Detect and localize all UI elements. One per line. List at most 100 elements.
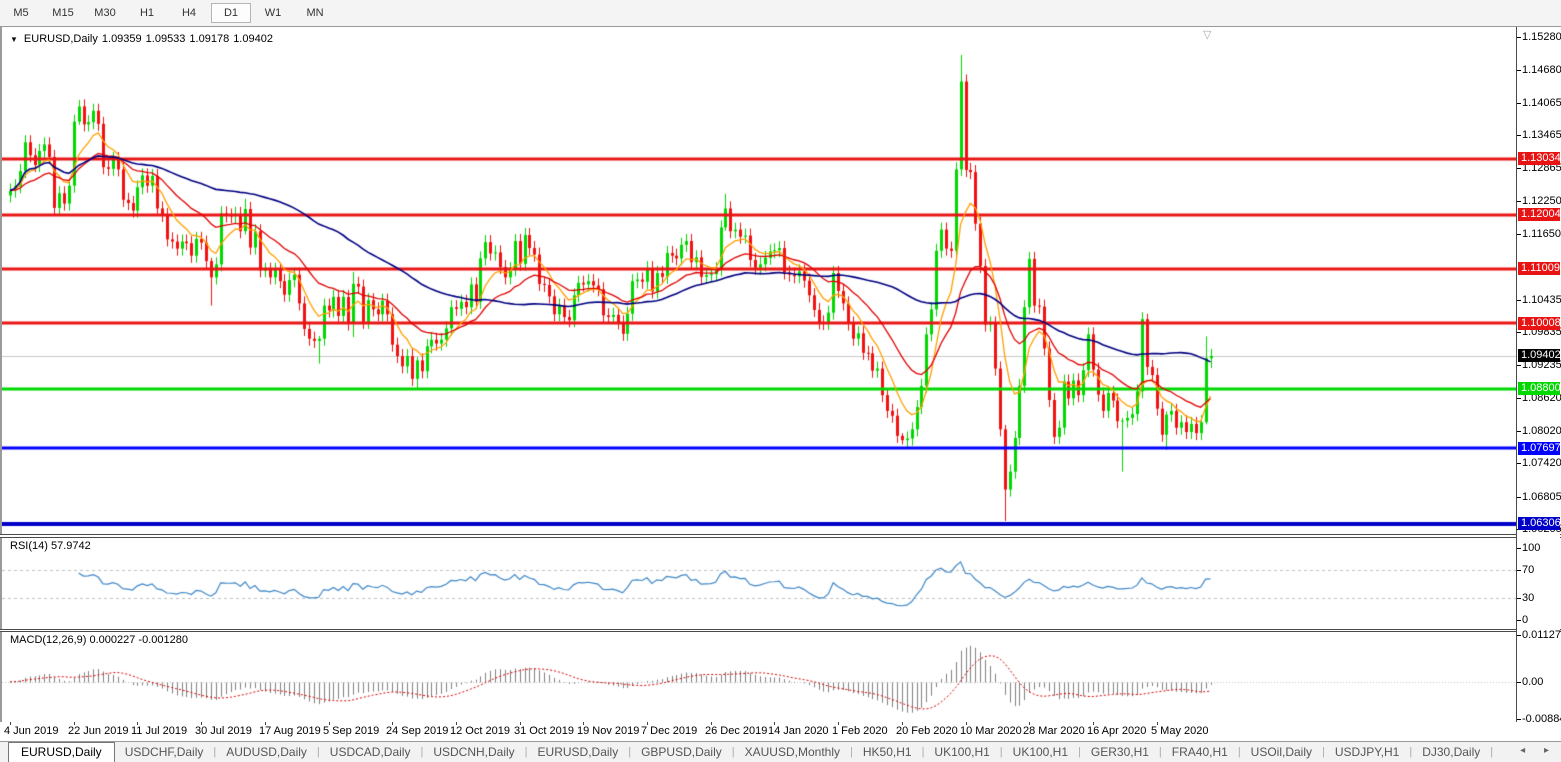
price-tick-label: 1.12250 [1522, 195, 1561, 207]
main-price-chart[interactable] [2, 28, 1516, 534]
timeframe-button-w1[interactable]: W1 [253, 3, 293, 23]
ohlc-high: 1.09533 [146, 33, 186, 45]
date-label: 24 Sep 2019 [386, 725, 448, 737]
macd-tick-label: 0.00 [1522, 676, 1543, 688]
chart-tab-dj30-daily[interactable]: DJ30,Daily [1412, 744, 1490, 760]
tab-separator: | [1490, 746, 1493, 758]
date-label: 20 Feb 2020 [896, 725, 958, 737]
date-label: 30 Jul 2019 [195, 725, 252, 737]
timeframe-bar: M5M15M30H1H4D1W1MN [0, 0, 1561, 27]
date-label: 17 Aug 2019 [259, 725, 321, 737]
axis-tick-mark [1517, 548, 1521, 549]
rsi-label: RSI(14) 57.9742 [10, 540, 91, 552]
axis-tick-mark [1517, 332, 1521, 333]
axis-tick-mark [1517, 398, 1521, 399]
chart-tab-bar: EURUSD,DailyUSDCHF,Daily|AUDUSD,Daily|US… [0, 741, 1561, 762]
chart-tab-usdcnh-daily[interactable]: USDCNH,Daily [423, 744, 524, 760]
date-label: 19 Nov 2019 [577, 725, 639, 737]
chart-tab-usoil-daily[interactable]: USOil,Daily [1241, 744, 1322, 760]
price-tick-label: 1.13465 [1522, 129, 1561, 141]
date-label: 12 Oct 2019 [450, 725, 510, 737]
current-price-badge: 1.09402 [1518, 349, 1560, 362]
axis-tick-mark [1517, 463, 1521, 464]
macd-indicator-panel[interactable] [2, 632, 1516, 722]
chart-shift-marker: ▽ [1203, 28, 1211, 41]
ohlc-close: 1.09402 [233, 33, 273, 45]
chart-tab-ger30-h1[interactable]: GER30,H1 [1081, 744, 1159, 760]
price-level-badge: 1.13034 [1518, 152, 1560, 165]
macd-title: MACD(12,26,9) 0.000227 -0.001280 [10, 634, 192, 646]
date-label: 14 Jan 2020 [768, 725, 829, 737]
chart-tab-usdchf-daily[interactable]: USDCHF,Daily [115, 744, 214, 760]
axis-tick-mark [1517, 598, 1521, 599]
axis-tick-mark [1517, 719, 1521, 720]
price-level-badge: 1.12004 [1518, 208, 1560, 221]
ohlc-open: 1.09359 [102, 33, 142, 45]
price-level-badge: 1.07697 [1518, 442, 1560, 455]
chart-tab-gbpusd-daily[interactable]: GBPUSD,Daily [631, 744, 732, 760]
axis-tick-mark [1517, 168, 1521, 169]
chart-tab-eurusd-daily[interactable]: EURUSD,Daily [528, 744, 629, 760]
price-level-badge: 1.11009 [1518, 262, 1560, 275]
rsi-tick-label: 70 [1522, 564, 1534, 576]
date-label: 10 Mar 2020 [960, 725, 1022, 737]
chart-tab-xauusd-monthly[interactable]: XAUUSD,Monthly [735, 744, 850, 760]
axis-tick-mark [1517, 201, 1521, 202]
time-axis[interactable]: 4 Jun 201922 Jun 201911 Jul 201930 Jul 2… [0, 722, 1561, 742]
timeframe-button-m5[interactable]: M5 [1, 3, 41, 23]
date-label: 28 Mar 2020 [1023, 725, 1085, 737]
price-level-badge: 1.06306 [1518, 517, 1560, 530]
chart-window: ▼ EURUSD,Daily 1.09359 1.095331.09178 1.0940… [0, 26, 1561, 741]
axis-tick-mark [1517, 103, 1521, 104]
tab-scroll-arrows[interactable]: ◂ ▸ [1520, 745, 1557, 756]
price-level-badge: 1.10008 [1518, 317, 1560, 330]
date-label: 7 Dec 2019 [641, 725, 697, 737]
axis-tick-mark [1517, 234, 1521, 235]
timeframe-button-d1[interactable]: D1 [211, 3, 251, 23]
chart-tab-audusd-daily[interactable]: AUDUSD,Daily [216, 744, 317, 760]
axis-tick-mark [1517, 431, 1521, 432]
timeframe-button-m15[interactable]: M15 [43, 3, 83, 23]
date-label: 11 Jul 2019 [131, 725, 187, 737]
chart-tab-fra40-h1[interactable]: FRA40,H1 [1162, 744, 1238, 760]
chart-title: ▼ EURUSD,Daily 1.09359 1.095331.09178 1.0940… [10, 33, 277, 45]
timeframe-button-h4[interactable]: H4 [169, 3, 209, 23]
timeframe-button-m30[interactable]: M30 [85, 3, 125, 23]
price-tick-label: 1.14680 [1522, 64, 1561, 76]
rsi-tick-label: 100 [1522, 542, 1540, 554]
chart-tab-usdjpy-h1[interactable]: USDJPY,H1 [1325, 744, 1409, 760]
macd-label: MACD(12,26,9) 0.000227 -0.001280 [10, 634, 188, 646]
chart-symbol-label: EURUSD,Daily [24, 33, 98, 45]
date-label: 5 Sep 2019 [323, 725, 379, 737]
axis-tick-mark [1517, 365, 1521, 366]
axis-tick-mark [1517, 570, 1521, 571]
price-level-badge: 1.08800 [1518, 382, 1560, 395]
chart-tab-hk50-h1[interactable]: HK50,H1 [853, 744, 922, 760]
price-axis[interactable]: 1.152801.146801.140651.134651.128651.122… [1516, 27, 1560, 722]
ohlc-low: 1.09178 [189, 33, 229, 45]
axis-tick-mark [1517, 135, 1521, 136]
chart-tab-uk100-h1[interactable]: UK100,H1 [924, 744, 999, 760]
date-label: 22 Jun 2019 [68, 725, 129, 737]
price-tick-label: 1.07420 [1522, 457, 1561, 469]
rsi-tick-label: 0 [1522, 614, 1528, 626]
date-label: 1 Feb 2020 [832, 725, 888, 737]
price-tick-label: 1.14065 [1522, 97, 1561, 109]
axis-tick-mark [1517, 37, 1521, 38]
timeframe-button-h1[interactable]: H1 [127, 3, 167, 23]
rsi-title: RSI(14) 57.9742 [10, 540, 95, 552]
timeframe-button-mn[interactable]: MN [295, 3, 335, 23]
axis-tick-mark [1517, 70, 1521, 71]
macd-tick-label: -0.00884 [1522, 713, 1561, 725]
chart-tab-eurusd-daily[interactable]: EURUSD,Daily [8, 742, 115, 762]
date-label: 31 Oct 2019 [514, 725, 574, 737]
date-label: 26 Dec 2019 [705, 725, 767, 737]
chart-dropdown-icon[interactable]: ▼ [10, 35, 18, 44]
chart-tab-uk100-h1[interactable]: UK100,H1 [1003, 744, 1078, 760]
date-label: 5 May 2020 [1151, 725, 1208, 737]
price-tick-label: 1.08020 [1522, 425, 1561, 437]
axis-tick-mark [1517, 300, 1521, 301]
chart-tab-usdcad-daily[interactable]: USDCAD,Daily [320, 744, 421, 760]
price-tick-label: 1.11650 [1522, 228, 1561, 240]
rsi-indicator-panel[interactable] [2, 538, 1516, 629]
